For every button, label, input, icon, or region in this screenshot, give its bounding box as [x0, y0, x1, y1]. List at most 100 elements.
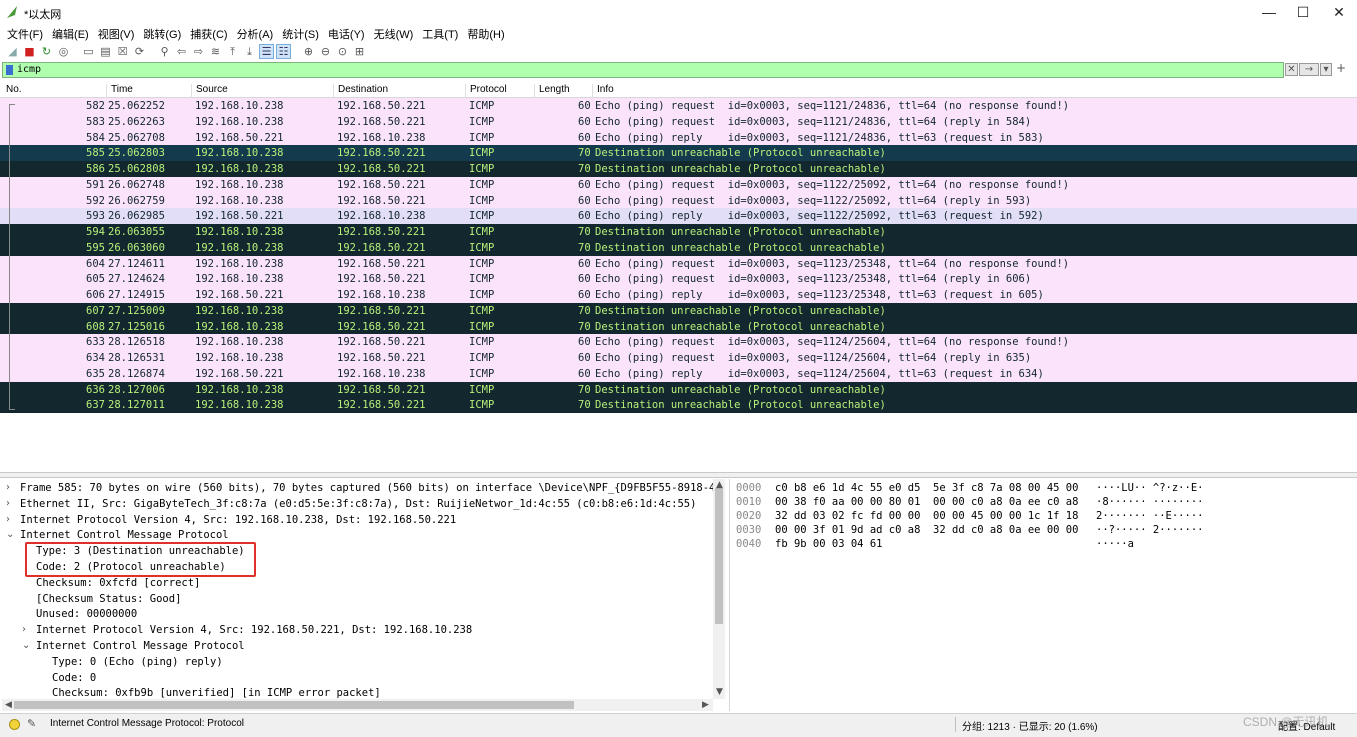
expand-arrow-icon[interactable]: ›	[22, 624, 26, 635]
maximize-button[interactable]: ☐	[1285, 2, 1321, 22]
last-packet-icon[interactable]: ⤓	[242, 44, 257, 59]
colorize-icon[interactable]: ☷	[276, 44, 291, 59]
packet-row[interactable]: 608 27.125016 192.168.10.238 192.168.50.221…	[0, 318, 1357, 335]
stop-icon[interactable]: ■	[22, 44, 37, 59]
detail-tree-item[interactable]: Code: 0	[2, 670, 713, 686]
filter-history-dropdown[interactable]: ▾	[1320, 63, 1332, 76]
close-file-icon[interactable]: ☒	[115, 44, 130, 59]
menu-item-4[interactable]: 捕获(C)	[188, 24, 234, 42]
bytes-hex[interactable]: c0 b8 e6 1d 4c 55 e0 d5 5e 3f c8 7a 08 0…	[775, 482, 1078, 494]
packet-row[interactable]: 633 28.126518 192.168.10.238 192.168.50.221…	[0, 334, 1357, 351]
zoom-out-icon[interactable]: ⊖	[318, 44, 333, 59]
packet-row[interactable]: 604 27.124611 192.168.10.238 192.168.50.221…	[0, 255, 1357, 272]
column-header-length[interactable]: Length	[534, 84, 570, 98]
packet-row[interactable]: 593 26.062985 192.168.50.221 192.168.10.238…	[0, 208, 1357, 225]
packet-row[interactable]: 595 26.063060 192.168.10.238 192.168.50.221…	[0, 239, 1357, 256]
detail-tree-item[interactable]: Checksum: 0xfcfd [correct]	[2, 575, 713, 591]
menu-item-3[interactable]: 跳转(G)	[141, 24, 188, 42]
go-back-icon[interactable]: ⇦	[174, 44, 189, 59]
scroll-left-arrow-icon[interactable]: ◀	[5, 700, 12, 710]
packet-row[interactable]: 583 25.062263 192.168.10.238 192.168.50.221…	[0, 113, 1357, 130]
packet-row[interactable]: 592 26.062759 192.168.10.238 192.168.50.221…	[0, 192, 1357, 209]
packet-row[interactable]: 584 25.062708 192.168.50.221 192.168.10.238…	[0, 129, 1357, 146]
column-header-no[interactable]: No.	[2, 84, 22, 98]
bytes-ascii[interactable]: ·····a	[1096, 538, 1134, 550]
expand-arrow-icon[interactable]: ›	[6, 482, 10, 493]
menu-item-8[interactable]: 无线(W)	[372, 24, 421, 42]
detail-tree-item[interactable]: ⌄ Internet Control Message Protocol	[2, 638, 713, 654]
bookmark-icon[interactable]	[6, 65, 13, 75]
detail-tree-item[interactable]: › Internet Protocol Version 4, Src: 192.1…	[2, 512, 713, 528]
edit-comment-icon[interactable]: ✎	[27, 717, 36, 730]
bytes-hex[interactable]: 00 38 f0 aa 00 00 80 01 00 00 c0 a8 0a e…	[775, 496, 1078, 508]
menu-item-2[interactable]: 视图(V)	[96, 24, 142, 42]
save-icon[interactable]: ▤	[98, 44, 113, 59]
packet-row[interactable]: 606 27.124915 192.168.50.221 192.168.10.238…	[0, 287, 1357, 303]
resize-columns-icon[interactable]: ⊞	[352, 44, 367, 59]
packet-row[interactable]: 586 25.062808 192.168.10.238 192.168.50.221…	[0, 161, 1357, 177]
column-header-destination[interactable]: Destination	[333, 84, 388, 98]
zoom-in-icon[interactable]: ⊕	[301, 44, 316, 59]
bytes-hex[interactable]: 32 dd 03 02 fc fd 00 00 00 00 45 00 00 1…	[775, 510, 1078, 522]
packet-row[interactable]: 591 26.062748 192.168.10.238 192.168.50.221…	[0, 176, 1357, 193]
packet-row[interactable]: 605 27.124624 192.168.10.238 192.168.50.221…	[0, 271, 1357, 288]
pane-splitter[interactable]	[0, 472, 1357, 478]
packet-row[interactable]: 594 26.063055 192.168.10.238 192.168.50.221…	[0, 224, 1357, 240]
detail-tree-item[interactable]: ⌄ Internet Control Message Protocol	[2, 527, 713, 543]
menu-item-7[interactable]: 电话(Y)	[326, 24, 372, 42]
details-scroll-thumb[interactable]	[715, 488, 723, 624]
find-icon[interactable]: ⚲	[157, 44, 172, 59]
packet-row[interactable]: 634 28.126531 192.168.10.238 192.168.50.221…	[0, 350, 1357, 366]
apply-filter-button[interactable]: →	[1299, 63, 1319, 76]
menu-item-0[interactable]: 文件(F)	[5, 24, 50, 42]
collapse-arrow-icon[interactable]: ⌄	[22, 640, 30, 651]
open-file-icon[interactable]: ▭	[81, 44, 96, 59]
column-header-protocol[interactable]: Protocol	[465, 84, 507, 98]
reload-icon[interactable]: ⟳	[132, 44, 147, 59]
detail-tree-item[interactable]: Unused: 00000000	[2, 606, 713, 622]
collapse-arrow-icon[interactable]: ⌄	[6, 529, 14, 540]
restart-icon[interactable]: ↻	[39, 44, 54, 59]
bytes-hex[interactable]: fb 9b 00 03 04 61	[775, 538, 882, 550]
column-header-time[interactable]: Time	[106, 84, 133, 98]
close-button[interactable]: ✕	[1321, 2, 1357, 22]
detail-tree-item[interactable]: › Ethernet II, Src: GigaByteTech_3f:c8:7a…	[2, 496, 713, 512]
column-header-info[interactable]: Info	[592, 84, 614, 98]
detail-tree-item[interactable]: Type: 0 (Echo (ping) reply)	[2, 654, 713, 670]
expand-arrow-icon[interactable]: ›	[6, 498, 10, 509]
bytes-ascii[interactable]: ··?····· 2·······	[1096, 524, 1203, 536]
bytes-hex[interactable]: 00 00 3f 01 9d ad c0 a8 32 dd c0 a8 0a e…	[775, 524, 1078, 536]
filter-text[interactable]: icmp	[17, 64, 41, 75]
minimize-button[interactable]: —	[1251, 2, 1287, 22]
scroll-right-arrow-icon[interactable]: ▶	[702, 700, 709, 710]
detail-tree-item[interactable]: [Checksum Status: Good]	[2, 591, 713, 607]
expert-info-led-icon[interactable]	[9, 719, 20, 730]
shark-fin-start-icon[interactable]: ◢	[5, 44, 20, 59]
go-forward-icon[interactable]: ⇨	[191, 44, 206, 59]
options-icon[interactable]: ◎	[56, 44, 71, 59]
clear-filter-button[interactable]: ✕	[1285, 63, 1298, 76]
scroll-down-arrow-icon[interactable]: ▼	[716, 687, 723, 697]
menu-item-9[interactable]: 工具(T)	[420, 24, 465, 42]
menu-item-1[interactable]: 编辑(E)	[50, 24, 96, 42]
packet-row[interactable]: 582 25.062252 192.168.10.238 192.168.50.221…	[0, 98, 1357, 114]
packet-row[interactable]: 585 25.062803 192.168.10.238 192.168.50.221…	[0, 145, 1357, 162]
column-header-source[interactable]: Source	[191, 84, 228, 98]
bytes-ascii[interactable]: ·8······ ········	[1096, 496, 1203, 508]
auto-scroll-icon[interactable]: ☰	[259, 44, 274, 59]
bytes-ascii[interactable]: ····LU·· ^?·z··E·	[1096, 482, 1203, 494]
go-to-packet-icon[interactable]: ≋	[208, 44, 223, 59]
expand-arrow-icon[interactable]: ›	[6, 514, 10, 525]
detail-tree-item[interactable]: › Frame 585: 70 bytes on wire (560 bits),…	[2, 480, 715, 496]
normal-size-icon[interactable]: ⊙	[335, 44, 350, 59]
packet-row[interactable]: 636 28.127006 192.168.10.238 192.168.50.221…	[0, 381, 1357, 398]
menu-item-5[interactable]: 分析(A)	[235, 24, 281, 42]
scroll-up-arrow-icon[interactable]: ▲	[716, 480, 723, 490]
packet-row[interactable]: 635 28.126874 192.168.50.221 192.168.10.238…	[0, 365, 1357, 382]
first-packet-icon[interactable]: ⤒	[225, 44, 240, 59]
display-filter-input[interactable]: icmp	[2, 62, 1284, 78]
details-hscroll-thumb[interactable]	[14, 701, 574, 709]
detail-tree-item[interactable]: › Internet Protocol Version 4, Src: 192.1…	[2, 622, 713, 638]
packet-row[interactable]: 637 28.127011 192.168.10.238 192.168.50.221…	[0, 397, 1357, 414]
menu-item-6[interactable]: 统计(S)	[280, 24, 326, 42]
